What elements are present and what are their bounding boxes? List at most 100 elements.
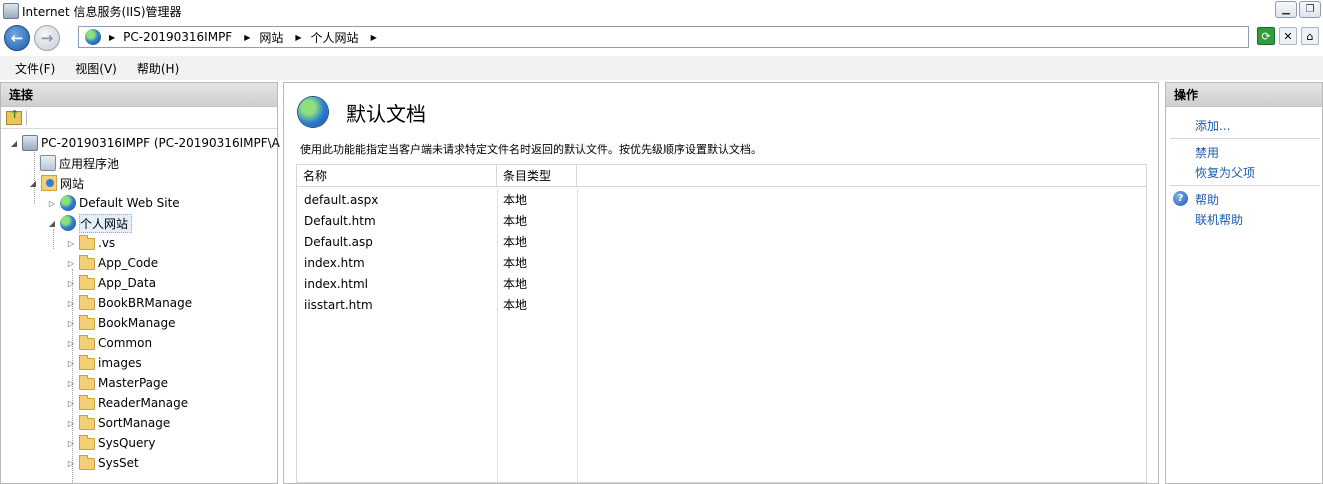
folder-icon [79,415,95,430]
folder-icon [79,375,95,390]
chevron-right-icon[interactable]: ▶ [371,33,377,42]
address-bar[interactable]: ▶ PC-20190316IMPF ▶ 网站 ▶ 个人网站 ▶ [78,26,1249,48]
tree-folder-item[interactable]: ▷ Common [66,333,152,353]
tree-folder-item[interactable]: ▷ MasterPage [66,373,168,393]
tree-node-app-pools[interactable]: 应用程序池 [37,153,119,173]
globe-icon [60,215,76,231]
tree-folder-item[interactable]: ▷ SortManage [66,413,170,433]
folder-icon [79,235,95,250]
breadcrumb-sites[interactable]: 网站 [259,29,283,46]
window-controls: ▁ ❐ [1275,1,1321,18]
tree-folder-item[interactable]: ▷ App_Data [66,273,156,293]
forward-button[interactable]: → [34,25,60,51]
home-icon[interactable]: ⌂ [1301,27,1319,45]
list-item[interactable]: default.aspx 本地 [297,189,577,210]
list-item[interactable]: iisstart.htm 本地 [297,294,577,315]
column-header-type[interactable]: 条目类型 [497,165,577,186]
tree-folder-item[interactable]: ▷ App_Code [66,253,158,273]
restore-button[interactable]: ❐ [1299,1,1321,18]
folder-icon [79,295,95,310]
tree-folder-item[interactable]: ▷ SysQuery [66,433,155,453]
iis-manager-icon [3,3,19,19]
list-item[interactable]: Default.asp 本地 [297,231,577,252]
expand-icon[interactable]: ▷ [66,379,76,388]
feature-pane: 默认文档 使用此功能能指定当客户端未请求特定文件名时返回的默认文件。按优先级顺序… [283,82,1159,484]
column-divider [577,187,578,482]
default-document-icon [298,97,328,127]
minimize-button[interactable]: ▁ [1275,1,1297,18]
stop-icon[interactable]: ✕ [1279,27,1297,45]
tree-node-sites[interactable]: ◢ 网站 [28,173,84,193]
connections-toolbar [1,107,277,129]
revert-to-parent-action[interactable]: 恢复为父项 [1166,162,1322,182]
collapse-icon[interactable]: ◢ [28,179,38,188]
tree-folder-item[interactable]: ▷ SysSet [66,453,139,473]
menu-bar: 文件(F) 视图(V) 帮助(H) [0,56,1323,80]
expand-icon[interactable]: ▷ [66,459,76,468]
expand-icon[interactable]: ▷ [47,199,57,208]
refresh-icon[interactable]: ⟳ [1257,27,1275,45]
back-button[interactable]: ← [4,25,30,51]
actions-divider [1170,138,1320,139]
feature-description: 使用此功能能指定当客户端未请求特定文件名时返回的默认文件。按优先级顺序设置默认文… [300,143,762,156]
expand-icon[interactable]: ▷ [66,439,76,448]
tree-folder-item[interactable]: ▷ ReaderManage [66,393,188,413]
connect-icon[interactable] [6,108,22,125]
folder-icon [79,275,95,290]
app-pool-icon [40,155,56,171]
expand-icon[interactable]: ▷ [66,339,76,348]
connections-pane: 连接 ◢ PC-20190316IMPF (PC-20190316IMPF\A … [0,82,280,484]
server-icon [22,135,38,151]
expand-icon[interactable]: ▷ [66,239,76,248]
list-item[interactable]: Default.htm 本地 [297,210,577,231]
actions-pane: 操作 添加... 禁用 恢复为父项 ? 帮助 联机帮助 [1165,82,1323,484]
menu-view[interactable]: 视图(V) [75,60,117,77]
add-action[interactable]: 添加... [1166,115,1322,135]
expand-icon[interactable]: ▷ [66,279,76,288]
expand-icon[interactable]: ▷ [66,259,76,268]
help-action[interactable]: ? 帮助 [1166,189,1322,209]
globe-icon [60,195,76,211]
toolbar-divider [26,110,27,125]
page-title: 默认文档 [346,101,426,126]
folder-icon [79,335,95,350]
menu-help[interactable]: 帮助(H) [137,60,179,77]
tree-node-default-web-site[interactable]: ▷ Default Web Site [47,193,180,213]
breadcrumb-site[interactable]: 个人网站 [311,29,359,46]
collapse-icon[interactable]: ◢ [9,139,19,148]
list-item[interactable]: index.html 本地 [297,273,577,294]
tree-folder-item[interactable]: ▷ .vs [66,233,115,253]
expand-icon[interactable]: ▷ [66,399,76,408]
feature-header: 默认文档 [298,97,426,127]
breadcrumb-server[interactable]: PC-20190316IMPF [123,30,232,44]
collapse-icon[interactable]: ◢ [47,219,57,228]
navigation-bar: ← → ▶ PC-20190316IMPF ▶ 网站 ▶ 个人网站 ▶ ⟳ ✕ … [0,22,1323,56]
expand-icon[interactable]: ▷ [66,319,76,328]
column-header-name[interactable]: 名称 [297,165,497,186]
folder-icon [79,315,95,330]
tree-folder-item[interactable]: ▷ images [66,353,142,373]
chevron-right-icon[interactable]: ▶ [109,33,115,42]
tree-folder-item[interactable]: ▷ BookBRManage [66,293,192,313]
chevron-right-icon[interactable]: ▶ [295,33,301,42]
default-documents-list: 名称 条目类型 default.aspx 本地 Default.htm 本地 D… [296,164,1147,483]
chevron-right-icon[interactable]: ▶ [244,33,250,42]
expand-icon[interactable]: ▷ [66,419,76,428]
actions-divider [1170,185,1320,186]
tree-node-server[interactable]: ◢ PC-20190316IMPF (PC-20190316IMPF\A [9,133,280,153]
globe-icon [85,29,101,45]
disable-action[interactable]: 禁用 [1166,142,1322,162]
connections-header: 连接 [1,83,277,107]
list-item[interactable]: index.htm 本地 [297,252,577,273]
online-help-action[interactable]: 联机帮助 [1166,209,1322,229]
expand-icon[interactable]: ▷ [66,299,76,308]
list-header: 名称 条目类型 [297,165,1146,187]
expand-icon[interactable]: ▷ [66,359,76,368]
actions-header: 操作 [1166,83,1322,107]
tree-node-personal-site[interactable]: ◢ 个人网站 [47,213,133,233]
title-bar: Internet 信息服务(IIS)管理器 ▁ ❐ [0,0,1323,22]
tree-folder-item[interactable]: ▷ BookManage [66,313,176,333]
window-title: Internet 信息服务(IIS)管理器 [22,4,182,19]
folder-icon [79,395,95,410]
menu-file[interactable]: 文件(F) [15,60,55,77]
